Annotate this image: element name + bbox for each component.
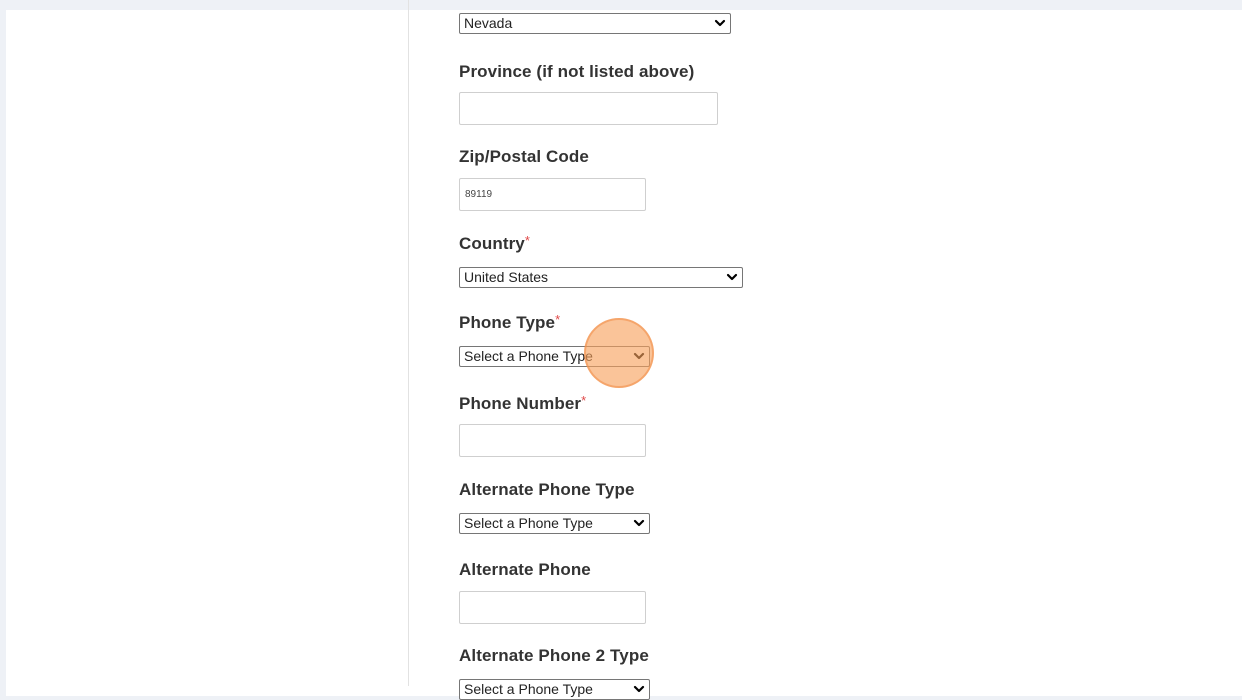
chevron-down-icon <box>714 19 726 27</box>
chevron-down-icon <box>633 352 645 360</box>
alt-phone-type-select[interactable]: Select a Phone Type <box>459 513 650 534</box>
phone-number-input[interactable] <box>459 424 646 457</box>
alt-phone-input[interactable] <box>459 591 646 624</box>
phone-type-label: Phone Type* <box>459 312 561 332</box>
alt-phone2-type-select[interactable]: Select a Phone Type <box>459 679 650 700</box>
required-asterisk: * <box>524 233 531 248</box>
country-select-value: United States <box>464 269 549 285</box>
zip-input[interactable]: 89119 <box>459 178 646 211</box>
alt-phone-label: Alternate Phone <box>459 560 591 579</box>
phone-type-select-value: Select a Phone Type <box>464 348 593 364</box>
content-divider <box>408 0 409 686</box>
alt-phone-type-select-value: Select a Phone Type <box>464 515 593 531</box>
zip-label: Zip/Postal Code <box>459 147 589 166</box>
province-input[interactable] <box>459 92 718 125</box>
country-label: Country* <box>459 233 531 253</box>
phone-number-label: Phone Number* <box>459 393 587 413</box>
state-select-value: Nevada <box>464 15 513 31</box>
alt-phone2-type-label: Alternate Phone 2 Type <box>459 646 649 665</box>
phone-type-select[interactable]: Select a Phone Type <box>459 346 650 367</box>
alt-phone2-type-select-value: Select a Phone Type <box>464 681 593 697</box>
country-select[interactable]: United States <box>459 267 743 288</box>
province-label: Province (if not listed above) <box>459 62 695 81</box>
required-asterisk: * <box>555 312 561 327</box>
chevron-down-icon <box>633 519 645 527</box>
chevron-down-icon <box>633 685 645 693</box>
chevron-down-icon <box>726 273 738 281</box>
alt-phone-type-label: Alternate Phone Type <box>459 480 635 499</box>
state-select[interactable]: Nevada <box>459 13 731 34</box>
required-asterisk: * <box>581 393 587 408</box>
